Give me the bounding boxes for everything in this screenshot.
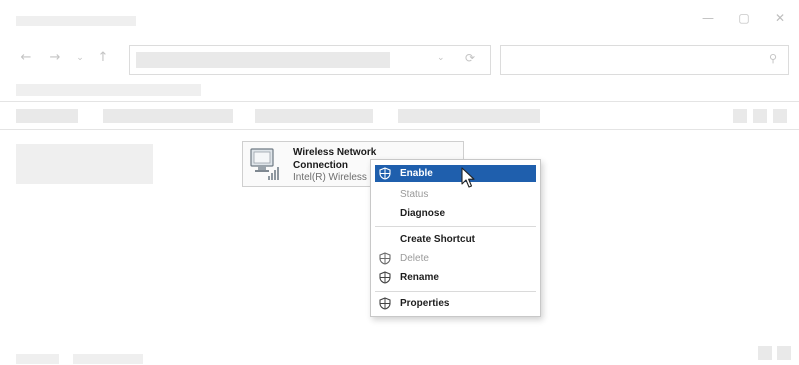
details-view-button[interactable] xyxy=(758,346,772,360)
menu-item-label: Delete xyxy=(400,253,429,264)
forward-arrow-icon[interactable]: → xyxy=(48,51,62,65)
command-bar-item[interactable] xyxy=(103,109,233,123)
maximize-button[interactable]: ▢ xyxy=(737,11,751,25)
menu-item-create-shortcut[interactable]: Create Shortcut xyxy=(375,231,536,248)
address-path-placeholder xyxy=(136,52,390,68)
view-option-button[interactable] xyxy=(773,109,787,123)
breadcrumb-placeholder xyxy=(16,84,201,96)
connection-placeholder[interactable] xyxy=(16,144,153,184)
shield-icon xyxy=(379,271,391,284)
up-arrow-icon[interactable]: ↑ xyxy=(96,51,110,65)
menu-item-label: Properties xyxy=(400,298,450,309)
adapter-name: Intel(R) Wireless xyxy=(293,172,367,183)
close-button[interactable]: ✕ xyxy=(773,11,787,25)
search-icon: ⚲ xyxy=(769,52,778,65)
menu-item-diagnose[interactable]: Diagnose xyxy=(375,205,536,222)
status-bar-selection xyxy=(73,354,143,364)
tiles-view-button[interactable] xyxy=(777,346,791,360)
back-arrow-icon[interactable]: ← xyxy=(19,51,33,65)
menu-item-label: Create Shortcut xyxy=(400,234,476,245)
menu-item-label: Enable xyxy=(400,168,433,179)
mouse-pointer-icon xyxy=(461,167,475,188)
wireless-adapter-icon xyxy=(250,148,279,180)
shield-icon xyxy=(379,252,391,265)
menu-item-enable[interactable]: Enable xyxy=(375,165,536,182)
menu-item-rename[interactable]: Rename xyxy=(375,269,536,286)
menu-item-label: Rename xyxy=(400,272,439,283)
toolbar-divider-top xyxy=(0,101,799,102)
command-bar-item[interactable] xyxy=(255,109,373,123)
address-bar[interactable]: ⌄ ⟳ xyxy=(129,45,491,75)
menu-separator xyxy=(375,291,536,292)
refresh-icon[interactable]: ⟳ xyxy=(465,51,475,65)
address-dropdown-icon[interactable]: ⌄ xyxy=(437,53,445,63)
menu-item-delete[interactable]: Delete xyxy=(375,250,536,267)
window-title-placeholder xyxy=(16,16,136,26)
view-option-button[interactable] xyxy=(733,109,747,123)
minimize-button[interactable]: — xyxy=(701,11,715,25)
shield-icon xyxy=(379,167,391,180)
status-bar-item-count xyxy=(16,354,59,364)
menu-separator xyxy=(375,226,536,227)
search-input[interactable]: ⚲ xyxy=(500,45,789,75)
command-bar-item[interactable] xyxy=(398,109,540,123)
toolbar-divider-bottom xyxy=(0,129,799,130)
menu-item-label: Status xyxy=(400,189,429,200)
shield-icon xyxy=(379,297,391,310)
menu-item-properties[interactable]: Properties xyxy=(375,295,536,312)
menu-item-status[interactable]: Status xyxy=(375,186,536,203)
recent-locations-chevron-icon[interactable]: ⌄ xyxy=(73,51,87,65)
context-menu: Enable Status Diagnose Create Shortcut D… xyxy=(370,159,541,317)
command-bar-item[interactable] xyxy=(16,109,78,123)
view-option-button[interactable] xyxy=(753,109,767,123)
menu-item-label: Diagnose xyxy=(400,208,446,219)
